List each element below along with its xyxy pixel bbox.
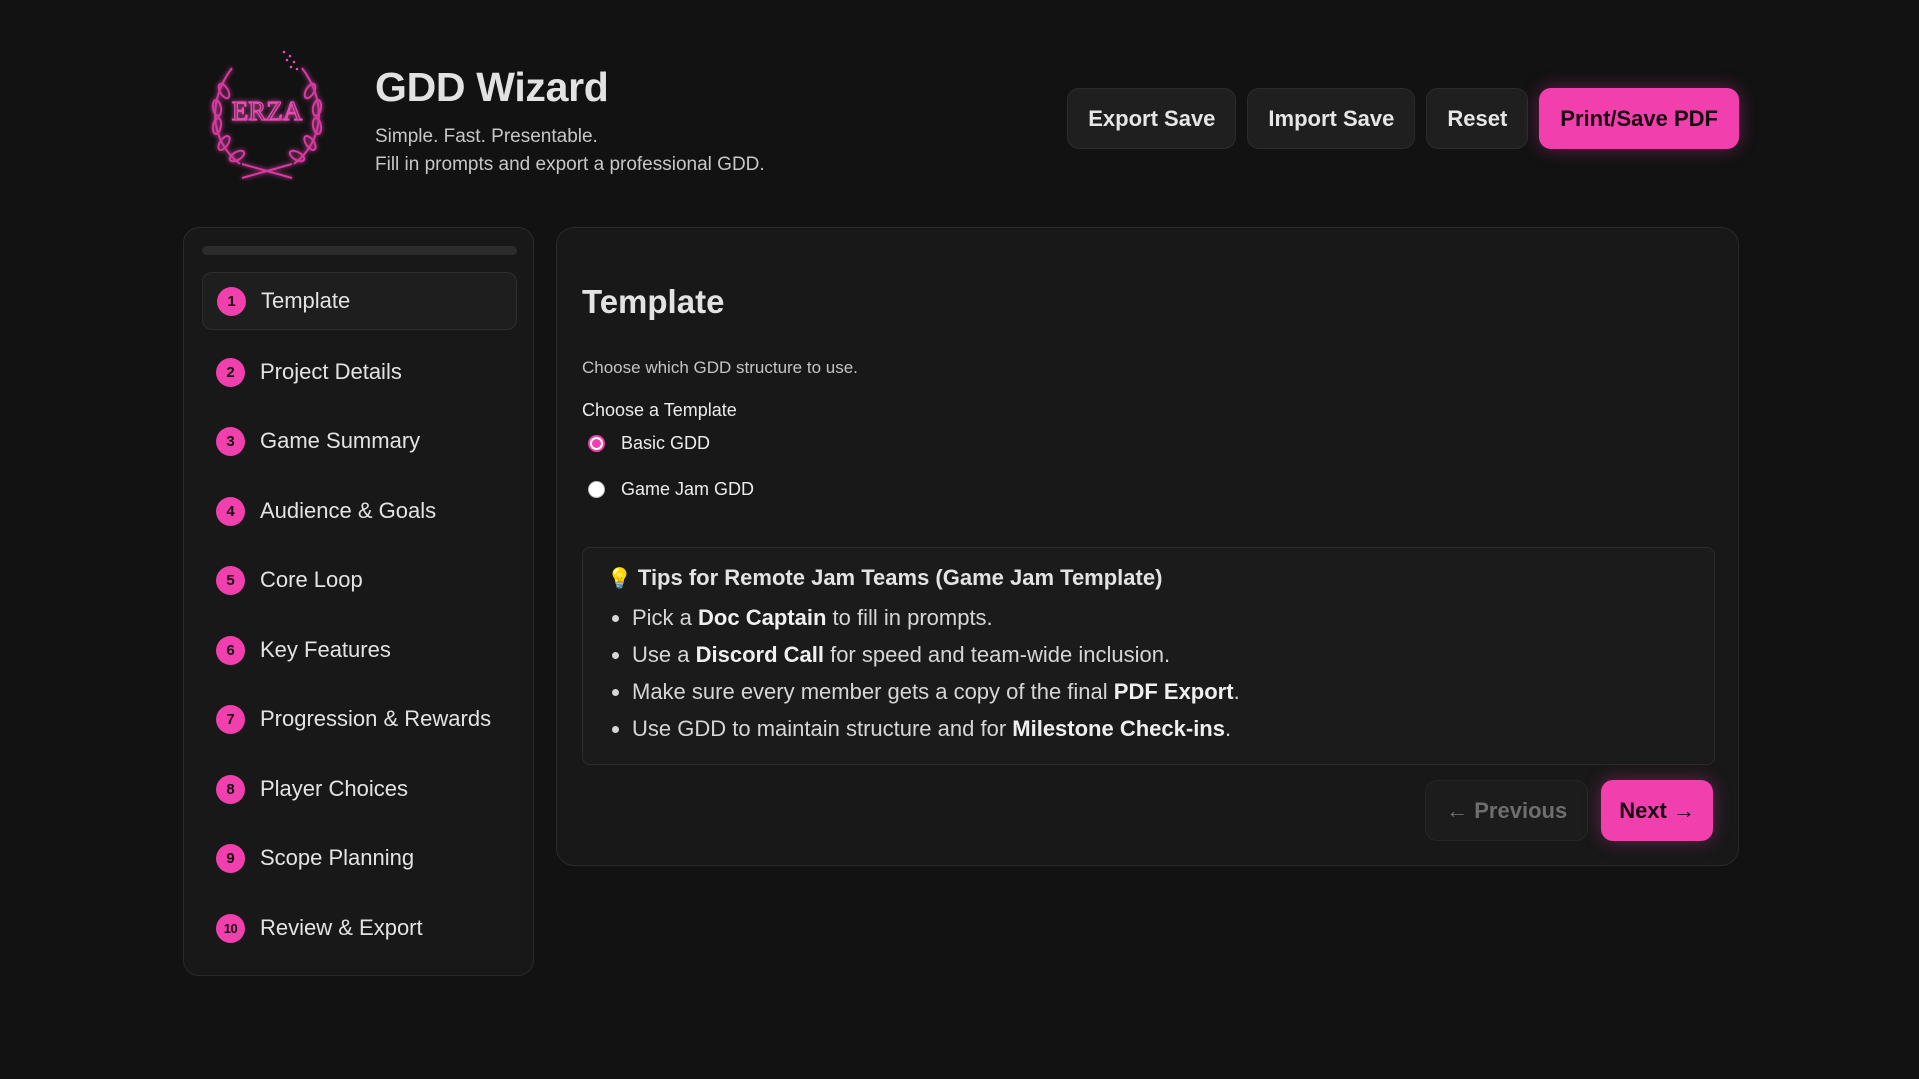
step-label: Progression & Rewards: [260, 706, 492, 731]
sidebar-item-core-loop[interactable]: 5 Core Loop: [202, 551, 517, 609]
tip-text: for speed and team-wide inclusion.: [823, 642, 1171, 667]
import-save-button[interactable]: Import Save: [1247, 88, 1416, 149]
step-label: Scope Planning: [260, 845, 415, 870]
radio-label: Basic GDD: [621, 433, 711, 453]
step-number: 2: [216, 357, 245, 387]
step-number: 8: [216, 774, 245, 804]
step-label: Game Summary: [260, 428, 421, 453]
tip-text: Use a: [632, 642, 696, 667]
step-number: 10: [216, 913, 245, 943]
subtitle-line-2: Fill in prompts and export a professiona…: [375, 154, 765, 175]
step-number: 6: [216, 635, 245, 665]
page-description: Choose which GDD structure to use.: [582, 358, 858, 377]
step-number: 9: [216, 843, 245, 873]
app-header: ERZA GDD Wizard Simple. Fast. Presentabl…: [202, 46, 1739, 181]
sidebar-item-game-summary[interactable]: 3 Game Summary: [202, 412, 517, 470]
radio-label: Game Jam GDD: [621, 479, 755, 499]
next-label: Next: [1619, 797, 1667, 823]
step-label: Template: [261, 288, 351, 313]
step-number: 5: [216, 565, 245, 595]
erza-logo: ERZA: [202, 46, 332, 181]
step-label: Audience & Goals: [260, 498, 437, 523]
tip-text: to fill in prompts.: [826, 605, 993, 630]
step-label: Player Choices: [260, 776, 408, 801]
tips-box: 💡 Tips for Remote Jam Teams (Game Jam Te…: [582, 547, 1715, 765]
radio-button[interactable]: [588, 481, 605, 498]
tip-item: Make sure every member gets a copy of th…: [632, 673, 1690, 710]
step-number: 3: [216, 426, 245, 456]
step-number: 1: [217, 286, 246, 316]
tip-item: Use GDD to maintain structure and for Mi…: [632, 710, 1690, 747]
brand-block: GDD Wizard Simple. Fast. Presentable. Fi…: [375, 64, 765, 179]
step-number: 7: [216, 704, 245, 734]
wizard-progress-bar: [202, 246, 517, 255]
tip-bold: PDF Export: [1113, 679, 1234, 704]
steps-sidebar: 1 Template 2 Project Details 3 Game Summ…: [183, 227, 534, 976]
tip-bold: Doc Captain: [698, 605, 827, 630]
sidebar-item-scope-planning[interactable]: 9 Scope Planning: [202, 829, 517, 887]
page-title: Template: [582, 283, 725, 320]
tip-bold: Discord Call: [695, 642, 824, 667]
tip-bold: Milestone Check-ins: [1012, 716, 1225, 741]
tips-list: Pick a Doc Captain to fill in prompts. U…: [607, 599, 1690, 747]
sidebar-item-player-choices[interactable]: 8 Player Choices: [202, 760, 517, 818]
step-number: 4: [216, 496, 245, 526]
tip-text: .: [1224, 716, 1232, 741]
step-label: Key Features: [260, 637, 391, 662]
radio-game-jam-gdd[interactable]: Game Jam GDD: [588, 479, 754, 500]
tip-text: .: [1233, 679, 1240, 704]
step-label: Project Details: [260, 359, 402, 384]
sidebar-item-key-features[interactable]: 6 Key Features: [202, 621, 517, 679]
sidebar-item-project-details[interactable]: 2 Project Details: [202, 343, 517, 401]
lightbulb-icon: 💡: [607, 567, 632, 590]
main-panel: Template Choose which GDD structure to u…: [556, 227, 1739, 866]
previous-button[interactable]: ← Previous: [1425, 780, 1589, 841]
tip-text: Make sure every member gets a copy of th…: [632, 679, 1114, 704]
tip-item: Use a Discord Call for speed and team-wi…: [632, 636, 1690, 673]
next-button[interactable]: Next →: [1601, 780, 1713, 841]
arrow-right-icon: →: [1666, 797, 1695, 823]
export-save-button[interactable]: Export Save: [1067, 88, 1237, 149]
previous-label: Previous: [1474, 797, 1568, 823]
sidebar-item-progression-rewards[interactable]: 7 Progression & Rewards: [202, 690, 517, 748]
logo-text: ERZA: [232, 96, 303, 126]
radio-button[interactable]: [588, 435, 605, 452]
app-title: GDD Wizard: [375, 64, 609, 110]
tips-title-text: Tips for Remote Jam Teams (Game Jam Temp…: [637, 565, 1163, 590]
arrow-left-icon: ←: [1446, 797, 1475, 823]
sidebar-item-audience-goals[interactable]: 4 Audience & Goals: [202, 482, 517, 540]
step-label: Review & Export: [260, 915, 423, 940]
radio-basic-gdd[interactable]: Basic GDD: [588, 433, 710, 454]
tip-text: Use GDD to maintain structure and for: [632, 716, 1013, 741]
reset-button[interactable]: Reset: [1426, 88, 1529, 149]
app-subtitle: Simple. Fast. Presentable. Fill in promp…: [375, 123, 765, 179]
step-label: Core Loop: [260, 567, 363, 592]
tips-title: 💡 Tips for Remote Jam Teams (Game Jam Te…: [607, 565, 1690, 591]
header-actions: Export Save Import Save Reset Print/Save…: [1067, 88, 1739, 149]
template-field-label: Choose a Template: [582, 400, 737, 420]
wizard-nav: ← Previous Next →: [1425, 780, 1713, 841]
subtitle-line-1: Simple. Fast. Presentable.: [375, 126, 598, 147]
tip-item: Pick a Doc Captain to fill in prompts.: [632, 599, 1690, 636]
tip-text: Pick a: [632, 605, 699, 630]
sidebar-item-template[interactable]: 1 Template: [202, 272, 517, 330]
print-save-pdf-button[interactable]: Print/Save PDF: [1539, 88, 1739, 149]
sidebar-item-review-export[interactable]: 10 Review & Export: [202, 899, 517, 957]
